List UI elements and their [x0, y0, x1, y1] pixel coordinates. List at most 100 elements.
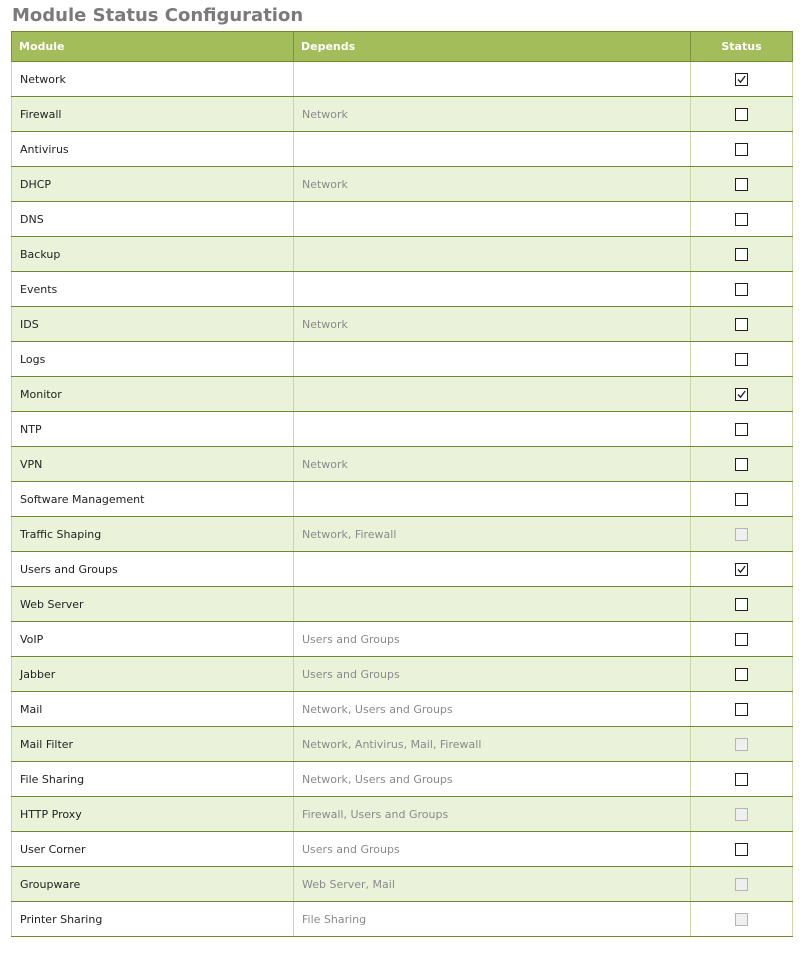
table-row: Traffic Shaping Network, Firewall — [11, 516, 793, 552]
checkmark-icon — [737, 75, 746, 83]
status-checkbox[interactable] — [735, 247, 748, 261]
status-checkbox[interactable] — [735, 772, 748, 786]
status-cell — [690, 726, 793, 762]
module-name-cell: Printer Sharing — [11, 901, 294, 937]
status-cell — [690, 551, 793, 587]
module-name-cell: HTTP Proxy — [11, 796, 294, 832]
page-title: Module Status Configuration — [12, 5, 304, 26]
status-checkbox[interactable] — [735, 107, 748, 121]
table-row: VoIP Users and Groups — [11, 621, 793, 657]
status-checkbox[interactable] — [735, 562, 748, 576]
depends-cell — [293, 586, 691, 622]
depends-cell: Network, Firewall — [293, 516, 691, 552]
checkmark-icon — [737, 565, 746, 573]
depends-cell: Users and Groups — [293, 831, 691, 867]
table-row: NTP — [11, 411, 793, 447]
table-row: Groupware Web Server, Mail — [11, 866, 793, 902]
depends-cell — [293, 481, 691, 517]
status-checkbox[interactable] — [735, 597, 748, 611]
status-cell — [690, 131, 793, 167]
module-name-cell: Monitor — [11, 376, 294, 412]
status-checkbox — [735, 527, 748, 541]
status-cell — [690, 236, 793, 272]
status-cell — [690, 166, 793, 202]
status-checkbox[interactable] — [735, 422, 748, 436]
depends-cell: Network — [293, 96, 691, 132]
module-name-cell: Groupware — [11, 866, 294, 902]
depends-cell: Users and Groups — [293, 656, 691, 692]
module-name-cell: VPN — [11, 446, 294, 482]
depends-cell: Network — [293, 166, 691, 202]
depends-cell — [293, 131, 691, 167]
status-cell — [690, 96, 793, 132]
status-checkbox[interactable] — [735, 212, 748, 226]
status-cell — [690, 656, 793, 692]
table-row: User Corner Users and Groups — [11, 831, 793, 867]
module-name-cell: Events — [11, 271, 294, 307]
depends-cell — [293, 61, 691, 97]
module-name-cell: Traffic Shaping — [11, 516, 294, 552]
status-cell — [690, 306, 793, 342]
module-name-cell: Network — [11, 61, 294, 97]
table-row: Antivirus — [11, 131, 793, 167]
status-checkbox — [735, 877, 748, 891]
module-name-cell: User Corner — [11, 831, 294, 867]
depends-cell — [293, 271, 691, 307]
status-checkbox — [735, 912, 748, 926]
module-name-cell: VoIP — [11, 621, 294, 657]
table-row: Software Management — [11, 481, 793, 517]
status-checkbox[interactable] — [735, 142, 748, 156]
status-checkbox[interactable] — [735, 387, 748, 401]
status-checkbox[interactable] — [735, 317, 748, 331]
depends-cell: Network, Users and Groups — [293, 761, 691, 797]
depends-cell: Network, Users and Groups — [293, 691, 691, 727]
status-checkbox[interactable] — [735, 282, 748, 296]
status-cell — [690, 516, 793, 552]
depends-cell — [293, 236, 691, 272]
status-checkbox[interactable] — [735, 842, 748, 856]
depends-cell: Users and Groups — [293, 621, 691, 657]
module-name-cell: Users and Groups — [11, 551, 294, 587]
table-row: Printer Sharing File Sharing — [11, 901, 793, 937]
module-name-cell: Jabber — [11, 656, 294, 692]
module-name-cell: Web Server — [11, 586, 294, 622]
status-checkbox[interactable] — [735, 492, 748, 506]
column-header-module: Module — [11, 31, 294, 62]
status-checkbox[interactable] — [735, 352, 748, 366]
status-cell — [690, 586, 793, 622]
depends-cell: Network — [293, 306, 691, 342]
table-body: Network Firewall Network Antivirus DHCP … — [11, 61, 793, 937]
table-row: Backup — [11, 236, 793, 272]
table-row: HTTP Proxy Firewall, Users and Groups — [11, 796, 793, 832]
table-row: Web Server — [11, 586, 793, 622]
status-checkbox[interactable] — [735, 632, 748, 646]
status-cell — [690, 376, 793, 412]
table-row: Events — [11, 271, 793, 307]
module-name-cell: Firewall — [11, 96, 294, 132]
module-name-cell: IDS — [11, 306, 294, 342]
table-row: Monitor — [11, 376, 793, 412]
module-name-cell: File Sharing — [11, 761, 294, 797]
table-row: Logs — [11, 341, 793, 377]
status-checkbox[interactable] — [735, 702, 748, 716]
table-row: VPN Network — [11, 446, 793, 482]
depends-cell: Firewall, Users and Groups — [293, 796, 691, 832]
status-cell — [690, 831, 793, 867]
module-name-cell: DNS — [11, 201, 294, 237]
status-cell — [690, 446, 793, 482]
status-checkbox[interactable] — [735, 177, 748, 191]
status-cell — [690, 866, 793, 902]
status-checkbox[interactable] — [735, 72, 748, 86]
module-name-cell: Antivirus — [11, 131, 294, 167]
module-name-cell: Mail — [11, 691, 294, 727]
status-cell — [690, 61, 793, 97]
status-checkbox[interactable] — [735, 667, 748, 681]
table-row: IDS Network — [11, 306, 793, 342]
module-name-cell: Backup — [11, 236, 294, 272]
status-cell — [690, 271, 793, 307]
status-checkbox — [735, 807, 748, 821]
module-name-cell: Logs — [11, 341, 294, 377]
depends-cell: Web Server, Mail — [293, 866, 691, 902]
status-cell — [690, 621, 793, 657]
status-checkbox[interactable] — [735, 457, 748, 471]
